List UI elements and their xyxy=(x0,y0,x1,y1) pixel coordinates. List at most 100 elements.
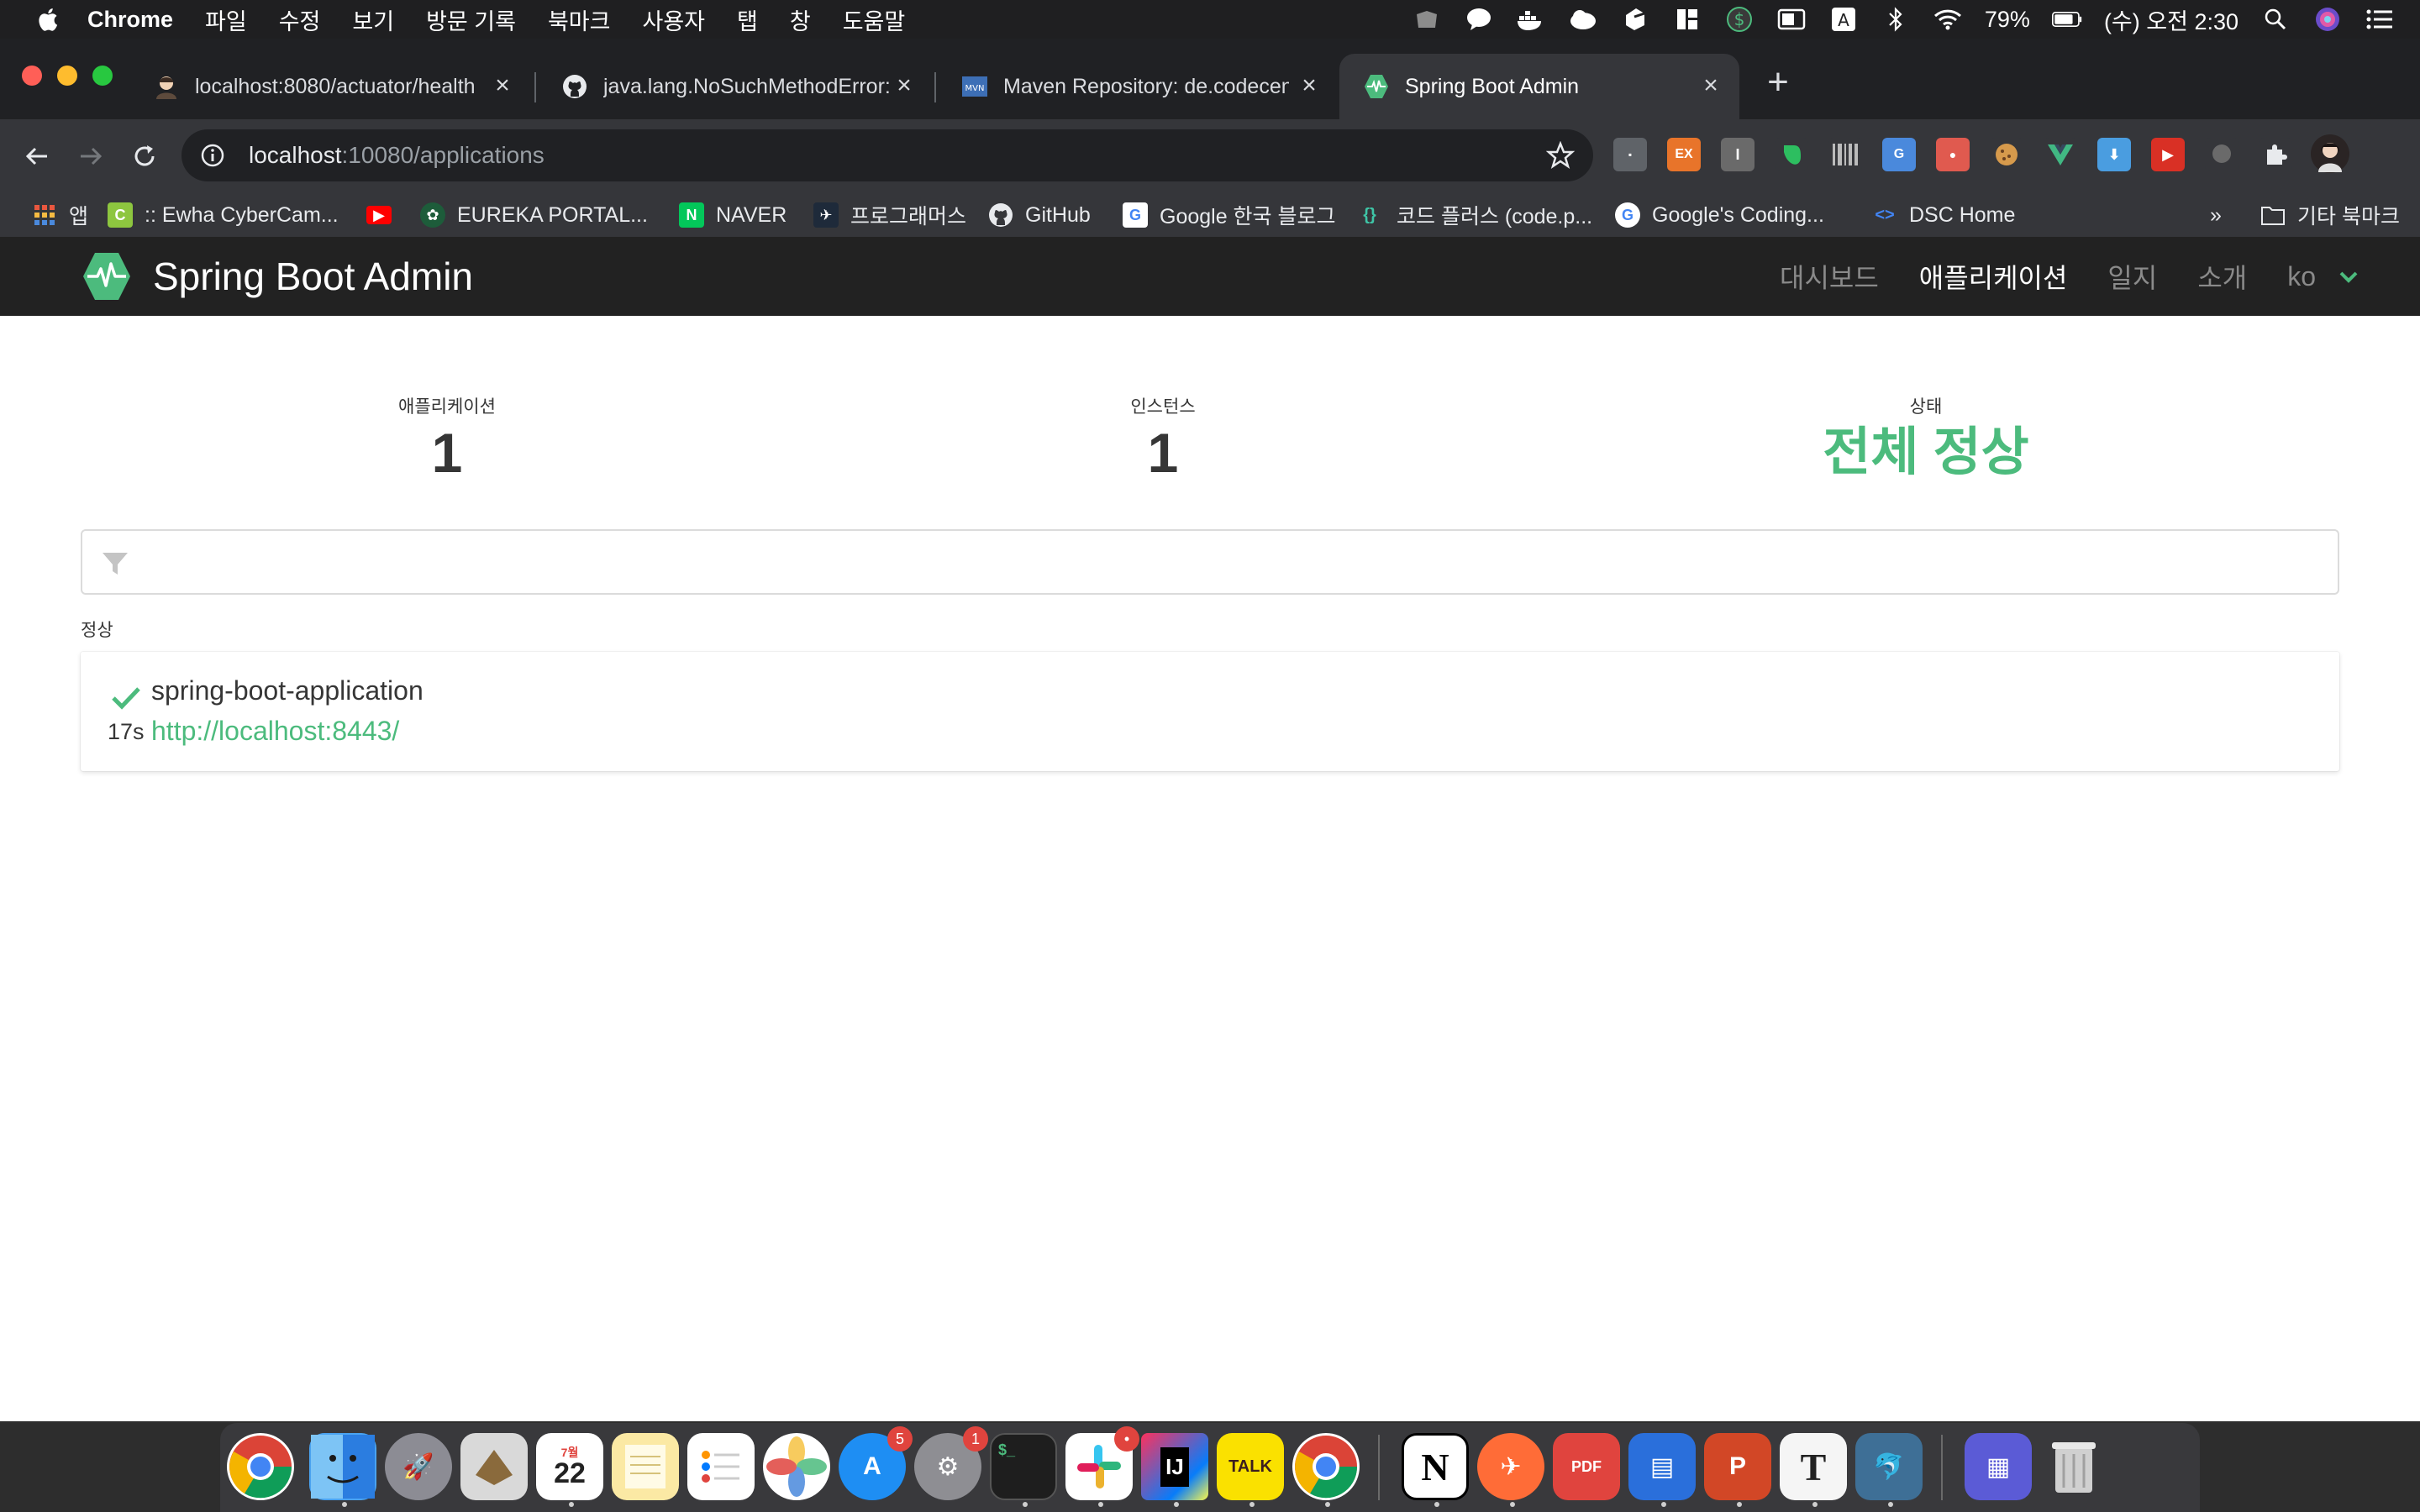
close-tab-icon[interactable]: × xyxy=(891,71,918,99)
bookmark-code-plus[interactable]: {} 코드 플러스 (code.p... xyxy=(1355,200,1592,230)
back-button[interactable] xyxy=(17,136,57,176)
sba-logo-icon[interactable] xyxy=(81,250,133,302)
dock-reminders-icon[interactable] xyxy=(687,1433,755,1500)
dock-chrome-icon[interactable] xyxy=(227,1433,294,1500)
new-tab-button[interactable]: + xyxy=(1760,64,1797,102)
nav-journal[interactable]: 일지 xyxy=(2107,257,2157,296)
siri-icon[interactable] xyxy=(2312,7,2343,32)
reload-button[interactable] xyxy=(124,136,165,176)
close-tab-icon[interactable]: × xyxy=(489,71,516,99)
dock-notion-icon[interactable]: N xyxy=(1402,1433,1469,1500)
dock-pdf-icon[interactable]: PDF xyxy=(1553,1433,1620,1500)
menu-help[interactable]: 도움말 xyxy=(843,3,906,36)
address-bar[interactable]: localhost:10080/applications xyxy=(182,129,1593,181)
dock-chrome-2-icon[interactable] xyxy=(1292,1433,1360,1500)
extension-badge-icon[interactable]: ● xyxy=(1936,138,1970,171)
site-info-icon[interactable] xyxy=(200,143,225,168)
status-app-icon[interactable] xyxy=(1412,7,1442,32)
bookmark-dsc-home[interactable]: <> DSC Home xyxy=(1872,200,2015,230)
bookmark-apps[interactable]: 앱 xyxy=(32,200,88,230)
application-url-link[interactable]: http://localhost:8443/ xyxy=(151,716,399,747)
nav-dashboard[interactable]: 대시보드 xyxy=(1780,257,1879,296)
sba-brand-title[interactable]: Spring Boot Admin xyxy=(153,252,473,301)
tab-github-error[interactable]: java.lang.NoSuchMethodError: × xyxy=(538,54,933,119)
bookmark-youtube[interactable]: ▶ xyxy=(366,200,392,230)
dock-downloads-stack-icon[interactable]: ▦ xyxy=(1965,1433,2032,1500)
dock-slack-icon[interactable]: • xyxy=(1065,1426,1139,1500)
dock-appstore-icon[interactable]: A5 xyxy=(839,1426,913,1500)
dock-launchpad-icon[interactable]: 🚀 xyxy=(385,1433,452,1500)
dock-finder-icon[interactable] xyxy=(309,1433,376,1500)
dock-calendar-icon[interactable]: 7월 22 xyxy=(536,1433,603,1500)
address-url[interactable]: localhost:10080/applications xyxy=(249,142,544,169)
spotlight-search-icon[interactable] xyxy=(2260,7,2291,32)
extension-ex-icon[interactable]: EX xyxy=(1667,138,1701,171)
menu-bookmarks[interactable]: 북마크 xyxy=(548,3,611,36)
google-translate-icon[interactable]: G xyxy=(1882,138,1916,171)
chevron-down-icon[interactable] xyxy=(2336,264,2361,289)
zoom-window-button[interactable] xyxy=(92,66,113,86)
dock-powerpoint-icon[interactable]: P xyxy=(1704,1433,1771,1500)
close-tab-icon[interactable]: × xyxy=(1296,71,1323,99)
chat-bubble-icon[interactable] xyxy=(1464,7,1494,32)
input-source-icon[interactable]: A xyxy=(1828,7,1859,32)
profile-avatar[interactable] xyxy=(2311,134,2349,173)
download-extension-icon[interactable]: ⬇ xyxy=(2097,138,2131,171)
menu-history[interactable]: 방문 기록 xyxy=(426,3,516,36)
dock-mail-icon[interactable] xyxy=(460,1433,528,1500)
cloud-icon[interactable] xyxy=(1568,7,1598,32)
cookie-icon[interactable] xyxy=(1990,138,2023,171)
application-row[interactable]: 17s spring-boot-application http://local… xyxy=(81,652,2339,771)
bookmark-github[interactable]: GitHub xyxy=(988,200,1091,230)
tab-actuator-health[interactable]: localhost:8080/actuator/health × xyxy=(129,54,531,119)
dock-terminal-icon[interactable]: $_ xyxy=(990,1433,1057,1500)
battery-icon[interactable] xyxy=(2051,7,2082,32)
dock-typora-icon[interactable]: T xyxy=(1780,1433,1847,1500)
nav-about[interactable]: 소개 xyxy=(2197,257,2247,296)
close-window-button[interactable] xyxy=(22,66,42,86)
menubar-clock[interactable]: (수) 오전 2:30 xyxy=(2104,3,2238,36)
menu-view[interactable]: 보기 xyxy=(352,3,394,36)
dock-kakaotalk-icon[interactable]: TALK xyxy=(1217,1433,1284,1500)
extension-red-icon[interactable]: ▶ xyxy=(2151,138,2185,171)
dock-photos-icon[interactable] xyxy=(763,1433,830,1500)
menu-chrome[interactable]: Chrome xyxy=(87,7,173,33)
bookmarks-overflow-button[interactable]: » xyxy=(2210,200,2222,230)
speech-extension-icon[interactable] xyxy=(2205,138,2238,171)
bookmark-star-icon[interactable] xyxy=(1546,141,1575,170)
menu-file[interactable]: 파일 xyxy=(205,3,247,36)
bookmark-naver[interactable]: N NAVER xyxy=(679,200,786,230)
dock-system-preferences-icon[interactable]: ⚙ 1 xyxy=(914,1426,988,1500)
close-tab-icon[interactable]: × xyxy=(1697,71,1724,99)
bookmark-ewha[interactable]: C :: Ewha CyberCam... xyxy=(108,200,339,230)
dollar-icon[interactable]: $ xyxy=(1724,7,1754,32)
language-select[interactable]: ko xyxy=(2287,261,2316,292)
menu-window[interactable]: 창 xyxy=(790,3,811,36)
menu-tab[interactable]: 탭 xyxy=(737,3,758,36)
bookmark-programmers[interactable]: ✈ 프로그래머스 xyxy=(813,200,966,230)
apple-icon[interactable] xyxy=(34,5,59,34)
extensions-puzzle-icon[interactable] xyxy=(2259,138,2292,171)
bookmark-google-korea-blog[interactable]: G Google 한국 블로그 xyxy=(1123,200,1336,230)
dock-documents-icon[interactable]: ▤ xyxy=(1628,1433,1696,1500)
filter-input[interactable] xyxy=(141,539,2312,586)
notification-center-icon[interactable] xyxy=(2365,7,2395,32)
dock-intellij-icon[interactable]: IJ xyxy=(1141,1433,1208,1500)
menu-edit[interactable]: 수정 xyxy=(279,3,321,36)
evernote-icon[interactable] xyxy=(1775,138,1808,171)
forward-button[interactable] xyxy=(71,136,111,176)
extension-i-icon[interactable]: I xyxy=(1721,138,1754,171)
dock-notes-icon[interactable] xyxy=(612,1433,679,1500)
menu-people[interactable]: 사용자 xyxy=(642,3,705,36)
bookmark-google-coding[interactable]: G Google's Coding... xyxy=(1615,200,1824,230)
screen-icon[interactable] xyxy=(1776,7,1807,32)
bookmark-eureka[interactable]: ✿ EUREKA PORTAL... xyxy=(420,200,648,230)
dock-mysql-workbench-icon[interactable]: 🐬 xyxy=(1855,1433,1923,1500)
docker-icon[interactable] xyxy=(1516,7,1546,32)
dock-trash-icon[interactable] xyxy=(2040,1433,2107,1500)
vue-devtools-icon[interactable] xyxy=(2044,138,2077,171)
dock-postman-icon[interactable]: ✈ xyxy=(1477,1433,1544,1500)
barcode-extension-icon[interactable] xyxy=(1828,138,1862,171)
nav-applications[interactable]: 애플리케이션 xyxy=(1919,257,2068,296)
wifi-icon[interactable] xyxy=(1933,7,1963,32)
